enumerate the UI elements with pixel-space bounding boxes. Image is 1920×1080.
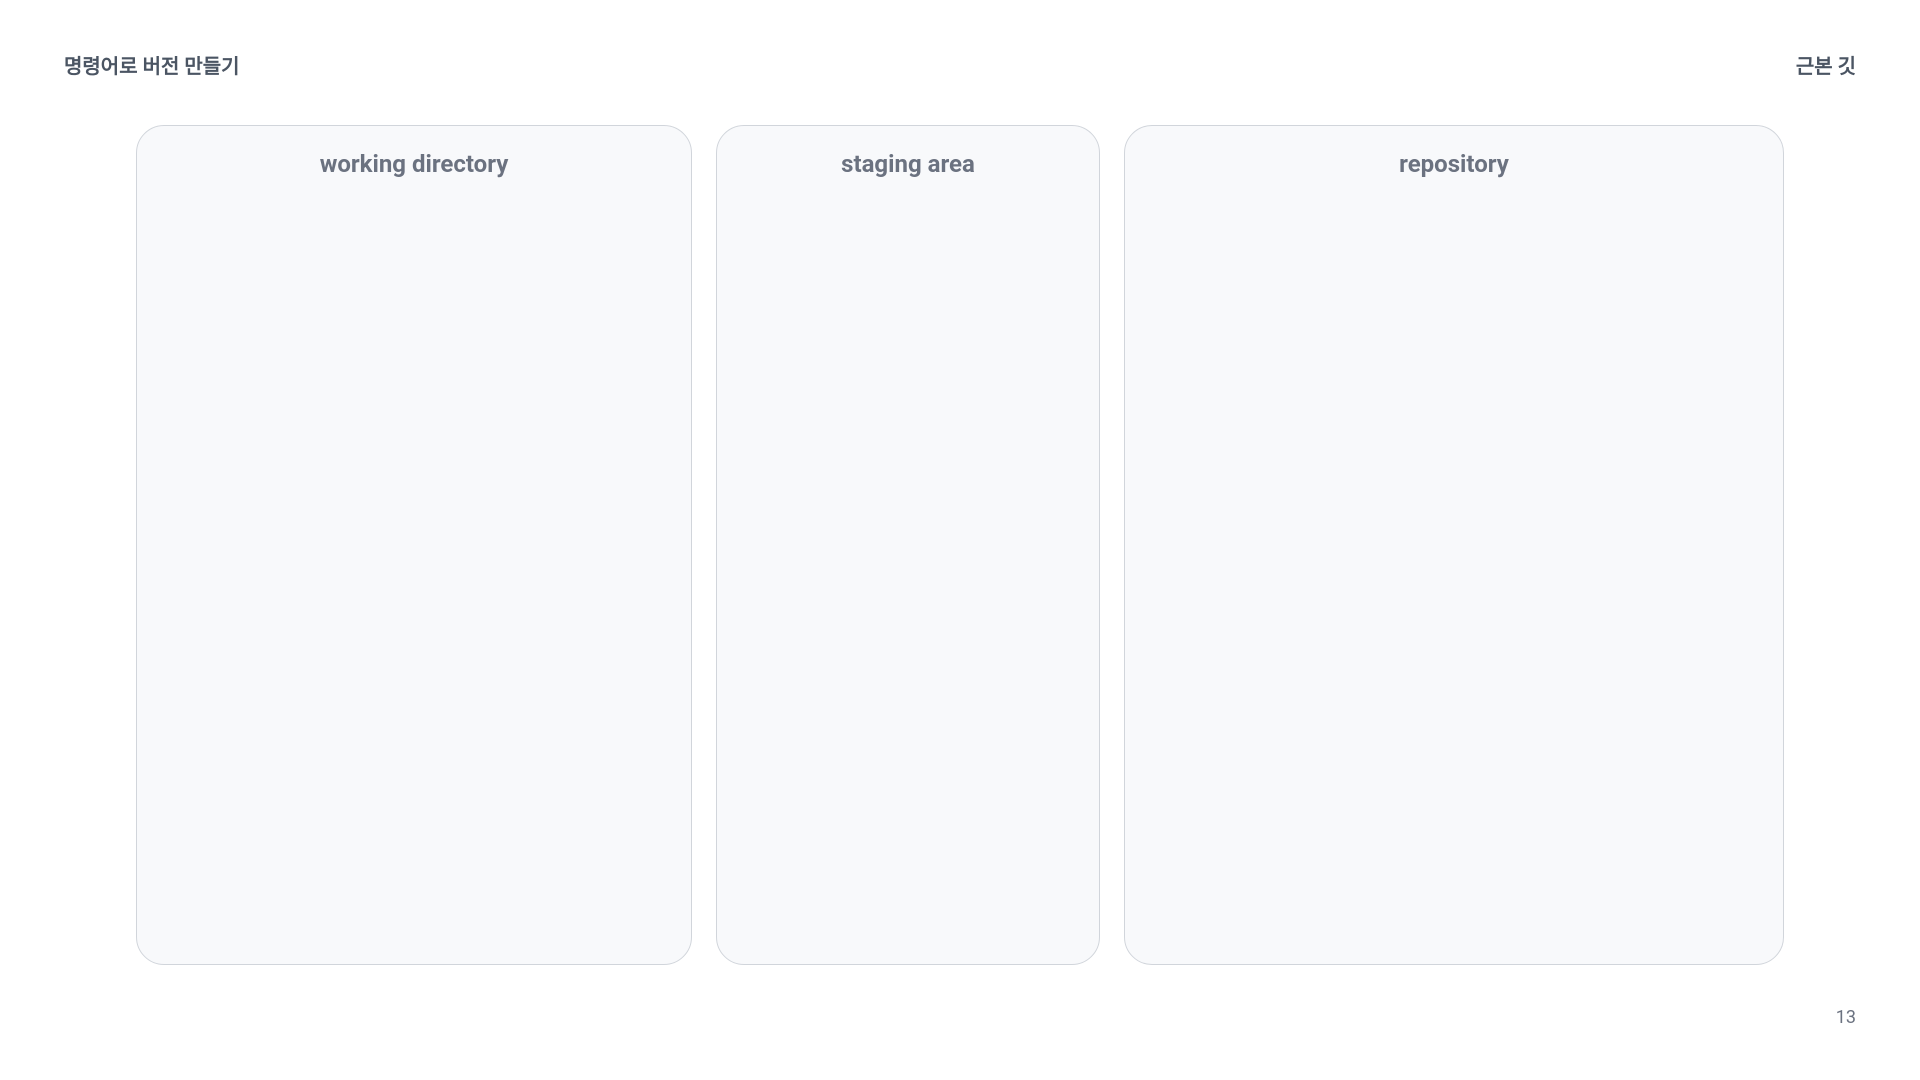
panel-working-directory: working directory xyxy=(136,125,692,965)
panel-title-repository: repository xyxy=(1125,150,1783,178)
page-number: 13 xyxy=(1836,1007,1856,1028)
slide-title-right: 근본 깃 xyxy=(1796,50,1856,79)
panel-staging-area: staging area xyxy=(716,125,1100,965)
panels-container: working directory staging area repositor… xyxy=(136,125,1784,965)
panel-title-working-directory: working directory xyxy=(137,150,691,178)
slide-header: 명령어로 버전 만들기 근본 깃 xyxy=(0,50,1920,79)
panel-title-staging-area: staging area xyxy=(717,150,1099,178)
panel-repository: repository xyxy=(1124,125,1784,965)
slide-title-left: 명령어로 버전 만들기 xyxy=(64,50,240,79)
